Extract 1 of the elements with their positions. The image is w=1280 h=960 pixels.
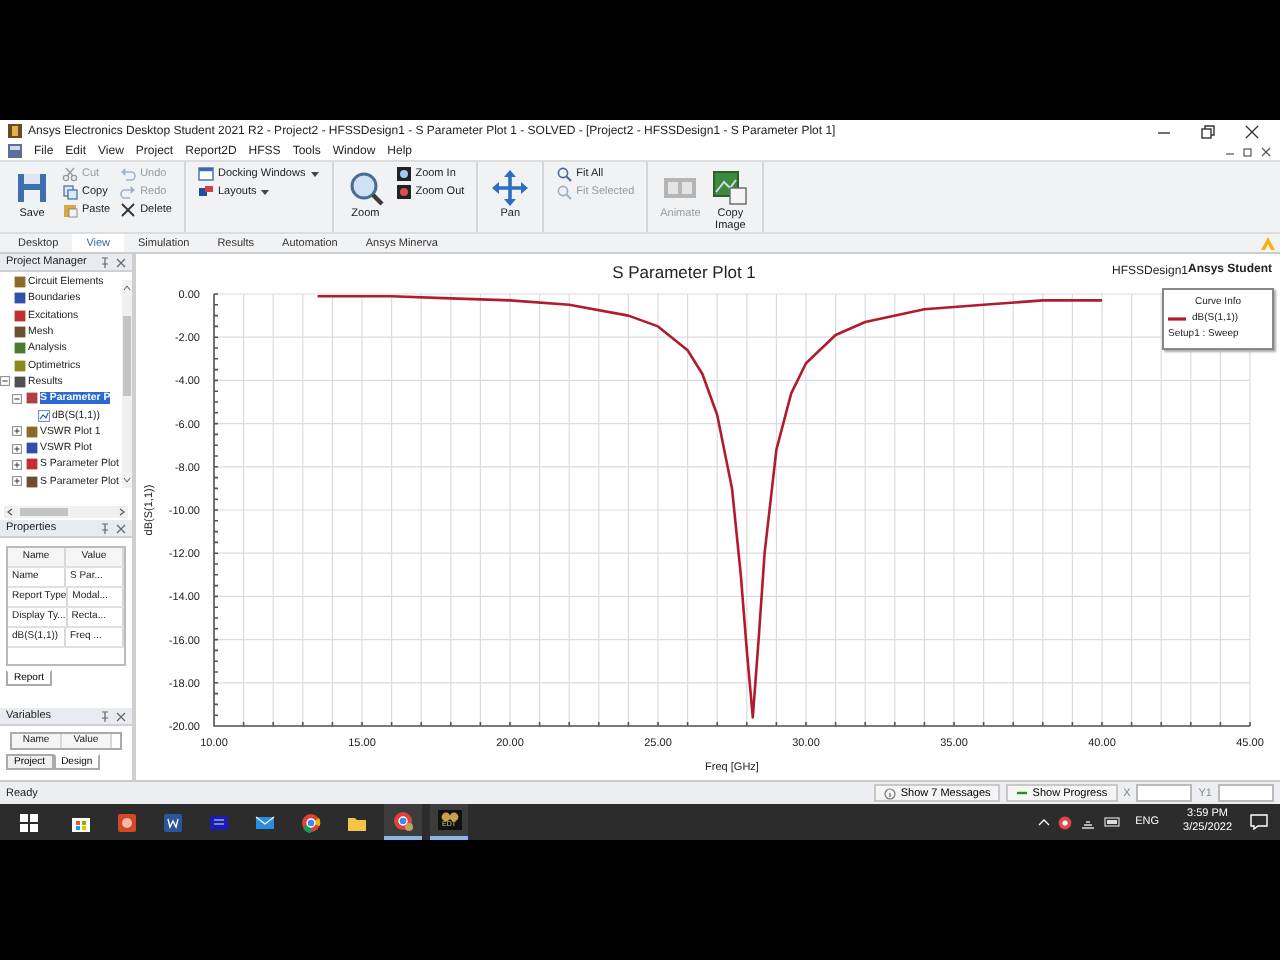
chart-title: S Parameter Plot 1 (612, 262, 756, 282)
